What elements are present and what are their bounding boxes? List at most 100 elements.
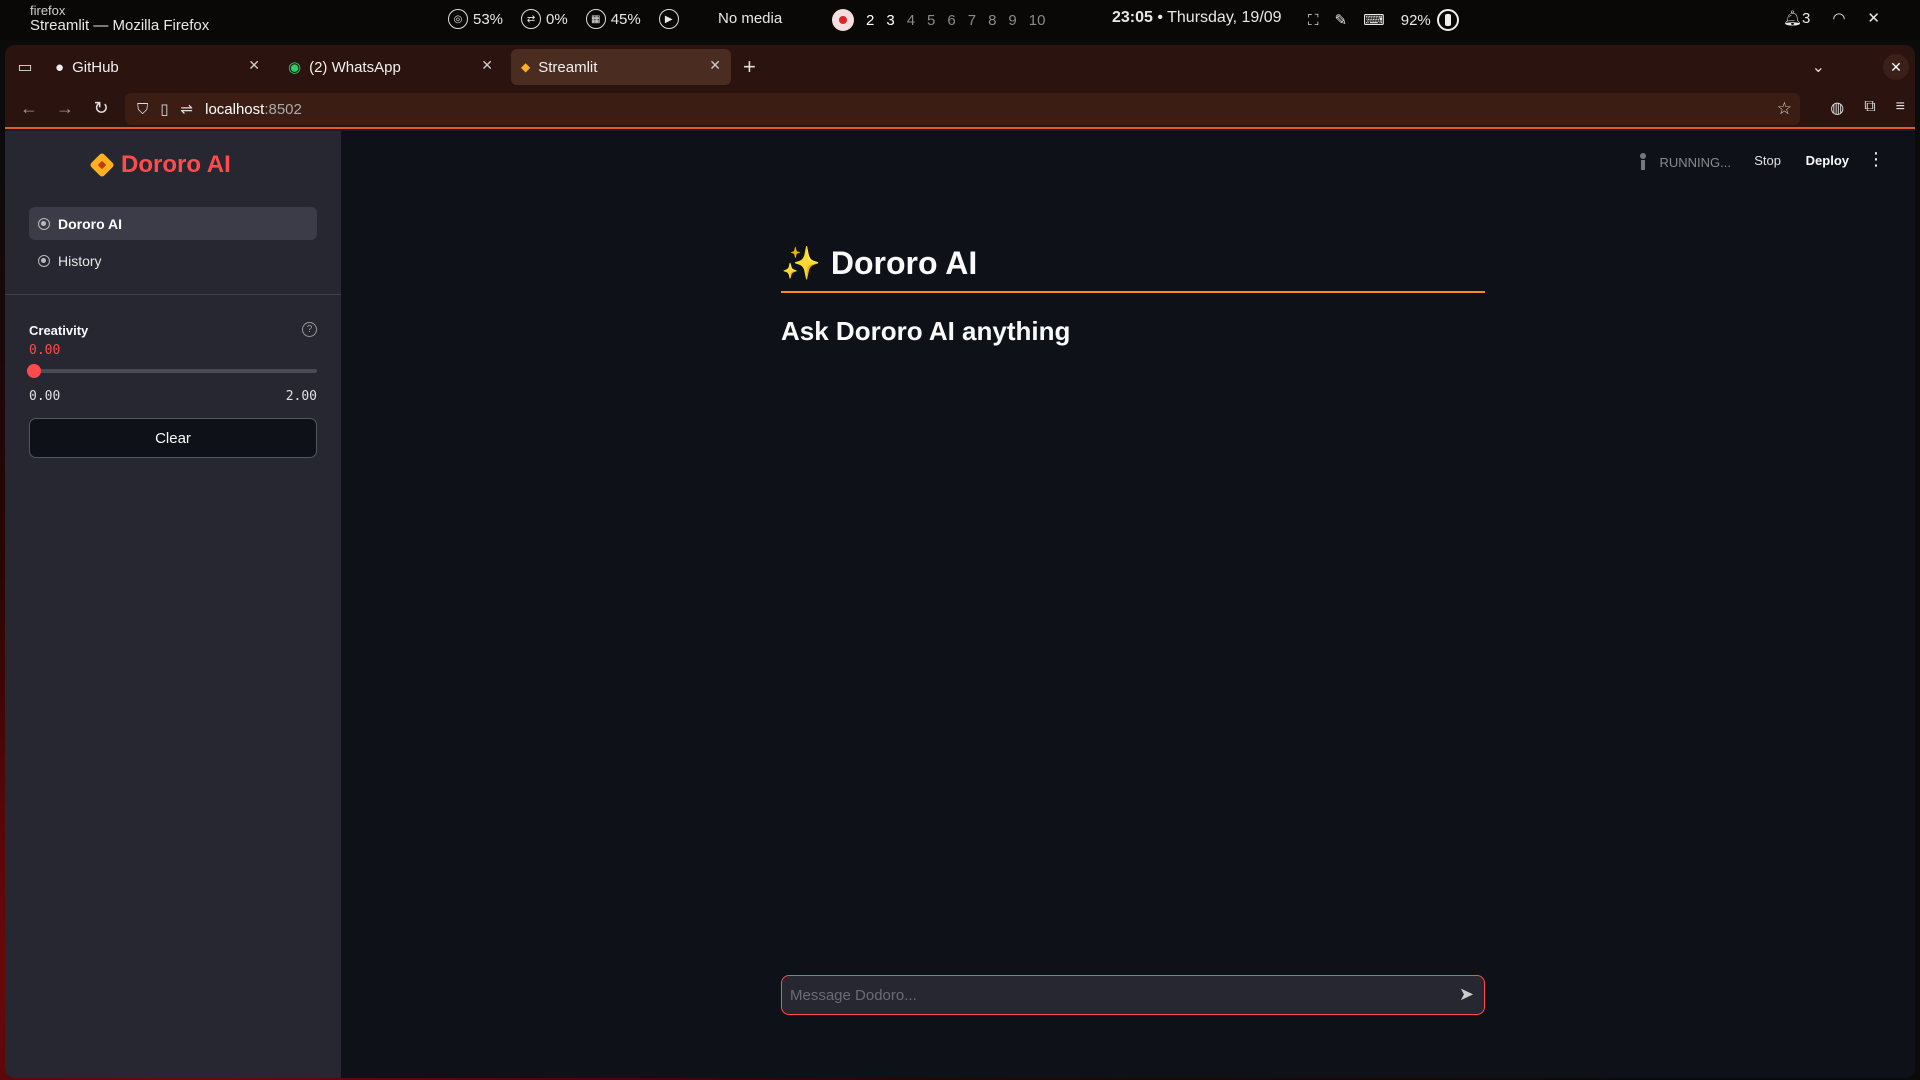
workspace-2[interactable]: 2 (866, 12, 874, 29)
clock-date: • Thursday, 19/09 (1152, 9, 1282, 26)
nav-bar: ← → ↻ ⛉ ▯ ⇌ localhost:8502 ☆ ◍ ⧉ ≡ (5, 89, 1915, 129)
workspace-6[interactable]: 6 (947, 12, 955, 29)
url-bar[interactable]: ⛉ ▯ ⇌ localhost:8502 ☆ (125, 93, 1800, 125)
workspace-switcher: 2 3 4 5 6 7 8 9 10 (832, 9, 1045, 31)
close-icon[interactable]: ✕ (709, 57, 721, 74)
extensions-puzzle-icon[interactable]: ⧉ (1864, 98, 1875, 118)
workspace-4[interactable]: 4 (907, 12, 915, 29)
extension-ublock-icon[interactable]: ◍ (1830, 98, 1844, 118)
workspace-10[interactable]: 10 (1029, 12, 1046, 29)
system-tray-right: 🔔︎3 ◠ ✕ (1783, 9, 1880, 27)
memory-icon: ▦ (585, 9, 606, 29)
system-tray-tools: ⛶ ✎ ⌨ 92% (1308, 9, 1459, 31)
bookmark-star-icon[interactable]: ☆ (1777, 99, 1792, 119)
memory-stat[interactable]: ▦ 45% (585, 9, 641, 29)
media-status: No media (718, 10, 783, 27)
page-title-text: Dororo AI (830, 244, 978, 281)
subheader: Ask Dororo AI anything (781, 316, 1071, 346)
window-title: Streamlit — Mozilla Firefox (30, 16, 210, 34)
hamburger-menu-icon[interactable]: ≡ (1896, 98, 1905, 118)
cpu-value: 53% (473, 10, 504, 28)
sidebar-title: Dororo AI (89, 151, 231, 179)
stop-button[interactable]: Stop (1754, 153, 1781, 168)
forward-icon[interactable]: → (47, 98, 83, 119)
permissions-icon[interactable]: ⇌ (181, 100, 194, 118)
tab-whatsapp[interactable]: ◉ (2) WhatsApp ✕ (278, 49, 503, 85)
workspace-8[interactable]: 8 (988, 12, 996, 29)
cpu-icon: ◎ (448, 9, 468, 29)
creativity-slider-thumb[interactable] (27, 364, 41, 378)
bluetooth-off-icon[interactable]: ✕ (1867, 9, 1880, 27)
creativity-min: 0.00 (29, 389, 61, 404)
battery-indicator[interactable]: 92% (1401, 9, 1459, 31)
bell-icon: 🔔︎ (1782, 10, 1802, 27)
clear-button[interactable]: Clear (29, 418, 317, 458)
swap-stat[interactable]: ⇄ 0% (521, 9, 568, 29)
firefox-window: ▭ ● GitHub ✕ ◉ (2) WhatsApp ✕ ◆ Streamli… (5, 45, 1915, 1078)
tab-github[interactable]: ● GitHub ✕ (45, 49, 270, 85)
sidebar-item-label: History (58, 252, 102, 269)
back-icon[interactable]: ← (11, 98, 47, 119)
workspace-9[interactable]: 9 (1008, 12, 1016, 29)
url-port: :8502 (264, 100, 302, 118)
resource-stats: ◎ 53% ⇄ 0% ▦ 45% ▶ (448, 9, 679, 29)
creativity-max: 2.00 (285, 389, 317, 404)
active-window-info: firefox Streamlit — Mozilla Firefox (30, 4, 209, 33)
app-name: firefox (30, 3, 66, 18)
screenshot-icon[interactable]: ⛶ (1308, 12, 1319, 29)
deploy-button[interactable]: Deploy (1806, 153, 1849, 168)
running-text: RUNNING... (1659, 154, 1732, 170)
reload-icon[interactable]: ↻ (83, 98, 119, 119)
workspace-7[interactable]: 7 (968, 12, 976, 29)
creativity-slider-track[interactable] (29, 369, 317, 373)
page-title: ✨ Dororo AI (781, 243, 1485, 293)
sidebar: Dororo AI Dororo AI History Creativity ?… (5, 131, 341, 1078)
send-icon[interactable]: ➤ (1459, 984, 1474, 1005)
workspace-5[interactable]: 5 (927, 12, 935, 29)
url-text[interactable]: localhost:8502 (205, 101, 302, 118)
shield-icon[interactable]: ⛉ (137, 101, 148, 118)
sparkles-icon: ✨ (781, 245, 821, 281)
tab-label: GitHub (72, 58, 119, 76)
chat-input[interactable] (782, 977, 1422, 1013)
play-icon[interactable]: ▶ (658, 9, 679, 29)
creativity-label: Creativity (29, 323, 89, 338)
page-circle-icon (38, 254, 50, 267)
close-icon[interactable]: ✕ (248, 57, 260, 74)
whatsapp-icon: ◉ (288, 59, 302, 76)
system-bar: firefox Streamlit — Mozilla Firefox ◎ 53… (0, 0, 1920, 40)
tab-streamlit[interactable]: ◆ Streamlit ✕ (511, 49, 731, 85)
help-icon[interactable]: ? (302, 322, 317, 337)
cpu-stat[interactable]: ◎ 53% (448, 9, 503, 29)
wifi-icon[interactable]: ◠ (1832, 9, 1845, 27)
tab-label: (2) WhatsApp (309, 58, 401, 76)
creativity-current-value: 0.00 (29, 343, 61, 358)
new-tab-icon[interactable]: + (743, 54, 756, 80)
workspace-1-active[interactable] (832, 9, 854, 31)
tab-label: Streamlit (538, 58, 598, 76)
tab-list-icon: ▭ (17, 59, 33, 76)
notifications[interactable]: 🔔︎3 (1783, 9, 1810, 27)
page-icon: ▯ (160, 101, 169, 118)
page-circle-icon (38, 217, 50, 230)
toolbar-right: ◍ ⧉ ≡ (1830, 98, 1905, 118)
clock[interactable]: 23:05 • Thursday, 19/09 (1112, 9, 1282, 27)
streamlit-icon: ◆ (521, 60, 531, 74)
github-icon: ● (55, 58, 65, 76)
url-host: localhost (205, 100, 265, 118)
chat-input-container: ➤ (781, 975, 1485, 1015)
tab-list-button[interactable]: ▭ (5, 45, 45, 89)
color-picker-icon[interactable]: ✎ (1335, 11, 1348, 29)
window-close-button[interactable]: ✕ (1883, 54, 1909, 80)
battery-value: 92% (1400, 11, 1431, 29)
sidebar-item-dororo-ai[interactable]: Dororo AI (29, 207, 317, 240)
sidebar-item-label: Dororo AI (58, 215, 123, 232)
sidebar-item-history[interactable]: History (29, 244, 317, 277)
keyboard-icon[interactable]: ⌨ (1363, 11, 1385, 29)
sidebar-nav: Dororo AI History (29, 207, 317, 281)
chevron-down-icon[interactable]: ⌄ (1812, 57, 1825, 77)
streamlit-app: Dororo AI Dororo AI History Creativity ?… (5, 131, 1915, 1078)
close-icon[interactable]: ✕ (481, 57, 493, 74)
kebab-menu-icon[interactable]: ⋮ (1867, 149, 1885, 170)
workspace-3[interactable]: 3 (886, 12, 894, 29)
